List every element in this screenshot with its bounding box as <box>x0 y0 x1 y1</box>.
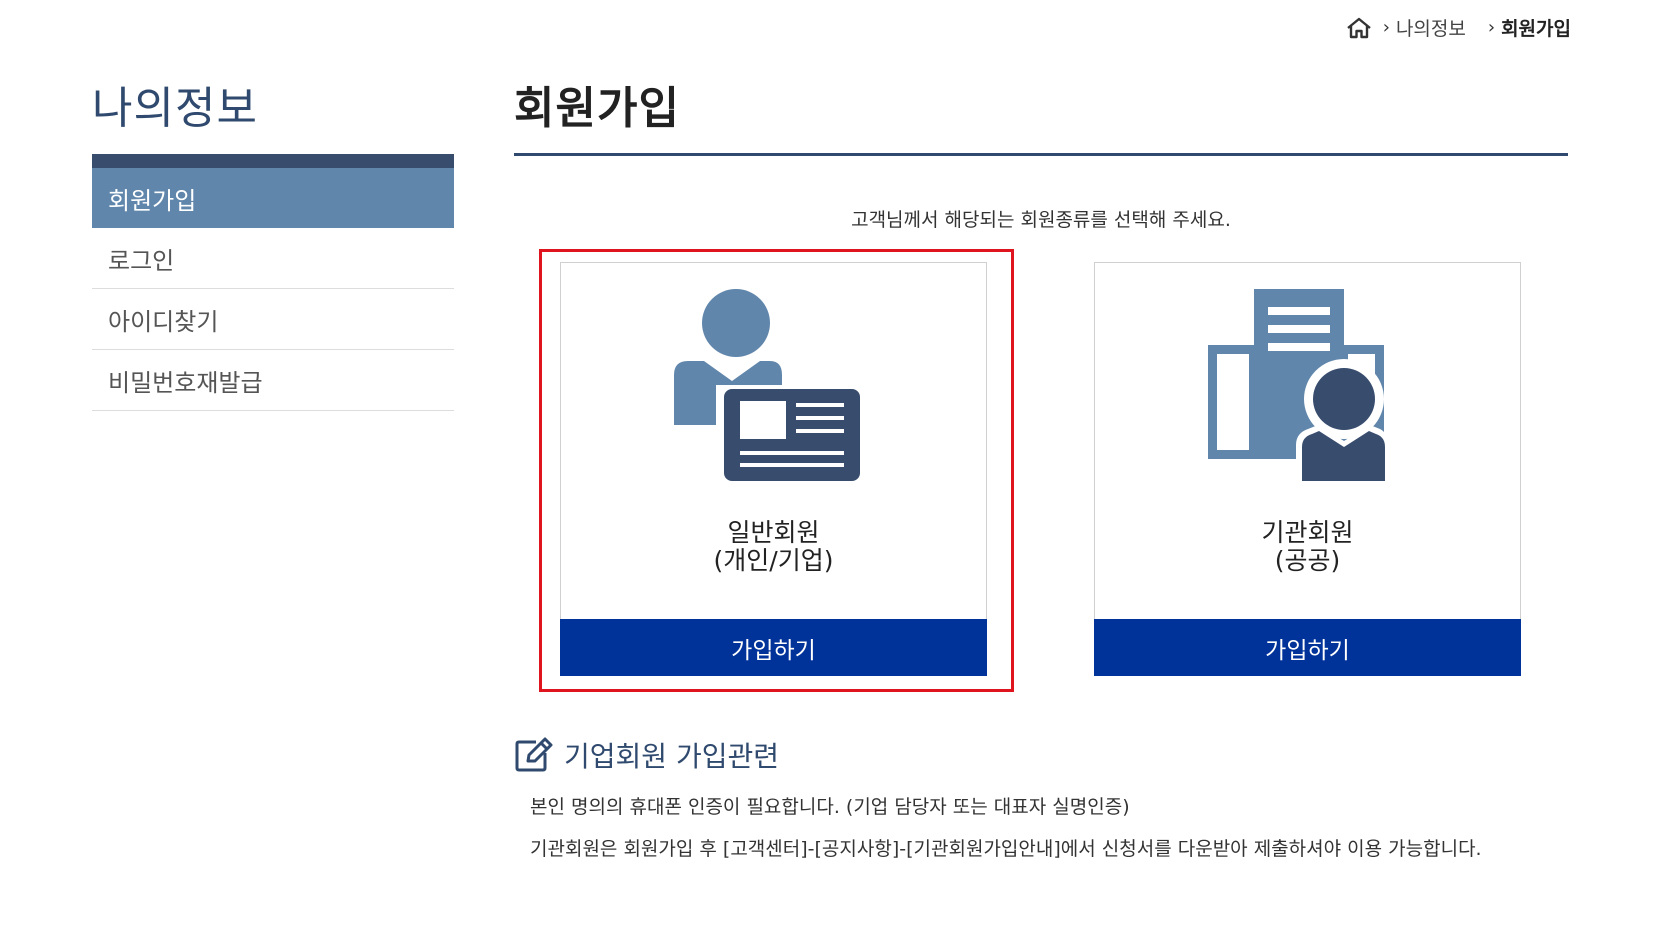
general-member-card[interactable]: 일반회원 (개인/기업) 가입하기 <box>560 262 987 676</box>
sidebar-item-signup[interactable]: 회원가입 <box>92 168 454 228</box>
chevron-right-icon: › <box>1382 17 1390 38</box>
title-divider <box>514 153 1568 156</box>
card-label-line1: 기관회원 <box>1261 518 1354 547</box>
card-label-line2: (개인/기업) <box>713 546 834 575</box>
sidebar-item-find-id[interactable]: 아이디찾기 <box>92 289 454 350</box>
general-join-button[interactable]: 가입하기 <box>560 619 987 676</box>
card-label-line2: (공공) <box>1274 546 1341 575</box>
sidebar-top-bar <box>92 154 454 168</box>
notice-heading: 기업회원 가입관련 <box>514 735 779 775</box>
page-title: 회원가입 <box>514 83 680 134</box>
organization-member-label: 기관회원 (공공) <box>1095 519 1520 575</box>
instruction-text: 고객님께서 해당되는 회원종류를 선택해 주세요. <box>851 209 1231 231</box>
sidebar-title: 나의정보 <box>92 83 258 134</box>
breadcrumb-item-signup[interactable]: 회원가입 <box>1501 14 1571 41</box>
sidebar-item-reset-password[interactable]: 비밀번호재발급 <box>92 350 454 411</box>
general-member-label: 일반회원 (개인/기업) <box>561 519 986 575</box>
breadcrumb: › 나의정보 › 회원가입 <box>1345 14 1571 41</box>
notice-line: 본인 명의의 휴대폰 인증이 필요합니다. (기업 담당자 또는 대표자 실명인… <box>530 796 1130 818</box>
person-id-card-icon <box>673 289 860 481</box>
breadcrumb-item-myinfo[interactable]: 나의정보 <box>1396 14 1466 41</box>
home-icon[interactable] <box>1345 16 1373 40</box>
chevron-right-icon: › <box>1487 17 1496 38</box>
sidebar-item-login[interactable]: 로그인 <box>92 228 454 289</box>
building-person-icon <box>1207 289 1388 481</box>
edit-icon <box>515 737 553 772</box>
organization-member-card[interactable]: 기관회원 (공공) 가입하기 <box>1094 262 1521 676</box>
notice-line: 기관회원은 회원가입 후 [고객센터]-[공지사항]-[기관회원가입안내]에서 … <box>530 838 1482 860</box>
organization-join-button[interactable]: 가입하기 <box>1094 619 1521 676</box>
sidebar-menu: 회원가입 로그인 아이디찾기 비밀번호재발급 <box>92 168 454 411</box>
card-label-line1: 일반회원 <box>727 518 820 547</box>
notice-heading-text: 기업회원 가입관련 <box>564 740 779 773</box>
